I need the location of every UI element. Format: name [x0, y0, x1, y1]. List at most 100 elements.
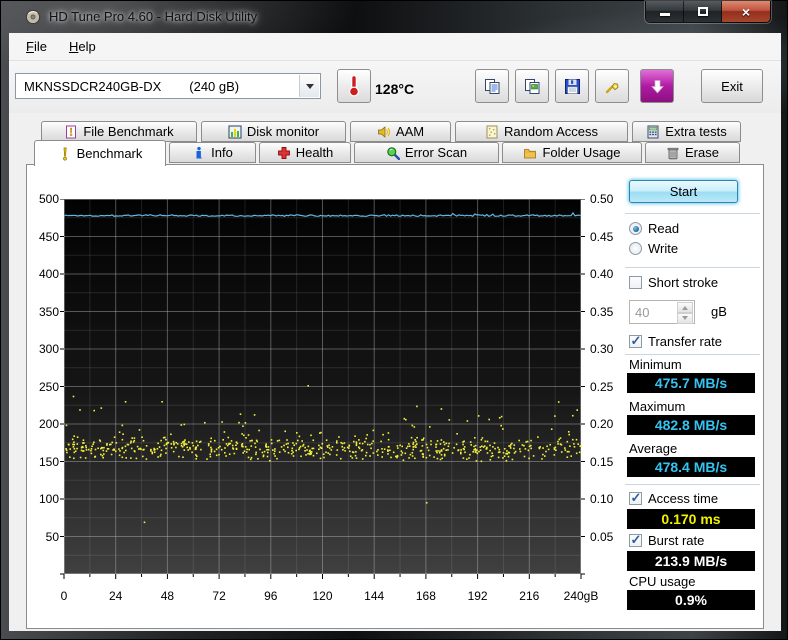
maximize-icon [697, 7, 708, 16]
burst-rate-row[interactable]: Burst rate [629, 532, 705, 548]
short-stroke-label: Short stroke [648, 275, 719, 290]
download-arrow-icon [650, 79, 664, 94]
tab-label: Random Access [504, 124, 598, 139]
write-radio[interactable] [629, 242, 642, 255]
access-time-value-box: 0.170 ms [627, 509, 755, 529]
copy-image-button[interactable] [515, 69, 549, 103]
title-bar[interactable]: HD Tune Pro 4.60 - Hard Disk Utility × [1, 1, 787, 33]
copy-image-icon [524, 78, 539, 94]
access-time-row[interactable]: Access time [629, 490, 719, 506]
tab-label: AAM [395, 124, 425, 139]
tab-info[interactable]: Info [169, 142, 256, 163]
short-stroke-unit: gB [711, 304, 727, 319]
tab-label: Health [295, 145, 334, 160]
read-radio[interactable] [629, 222, 642, 235]
error-scan-icon [387, 146, 400, 160]
folder-usage-icon [524, 148, 537, 158]
burst-rate-value: 213.9 MB/s [654, 553, 728, 569]
options-button[interactable] [595, 69, 629, 103]
transfer-rate-row[interactable]: Transfer rate [629, 333, 722, 349]
start-label: Start [669, 184, 698, 199]
short-stroke-row[interactable]: Short stroke [629, 275, 718, 290]
minimize-icon [659, 13, 670, 16]
tab-label: Benchmark [76, 146, 143, 161]
burst-rate-label: Burst rate [648, 533, 705, 548]
minimize-button[interactable] [646, 1, 684, 22]
burst-rate-checkbox[interactable] [629, 532, 642, 548]
transfer-rate-checkbox[interactable] [629, 333, 642, 349]
close-button[interactable]: × [722, 1, 770, 22]
tab-label: Info [211, 145, 233, 160]
spin-down-button[interactable] [677, 313, 693, 324]
hard-disk-icon [25, 9, 41, 25]
start-button[interactable]: Start [629, 180, 738, 203]
write-label: Write [648, 241, 679, 256]
minimum-value-box: 475.7 MB/s [627, 373, 755, 393]
average-value: 478.4 MB/s [654, 459, 728, 475]
tab-error-scan[interactable]: Error Scan [354, 142, 499, 163]
average-label: Average [629, 441, 678, 456]
tab-label: File Benchmark [83, 124, 174, 139]
extra-tests-icon [647, 125, 659, 138]
access-time-label: Access time [648, 491, 719, 506]
menu-file[interactable]: File [15, 33, 58, 60]
minimum-label: Minimum [629, 357, 682, 372]
read-radio-row[interactable]: Read [629, 221, 679, 236]
maximum-value: 482.8 MB/s [654, 417, 728, 433]
app-window: HD Tune Pro 4.60 - Hard Disk Utility × F… [0, 0, 788, 640]
thermometer-icon [348, 75, 360, 97]
short-stroke-checkbox[interactable] [629, 276, 642, 289]
burst-rate-value-box: 213.9 MB/s [627, 551, 755, 571]
update-button[interactable] [640, 69, 674, 103]
maximum-label: Maximum [629, 399, 686, 414]
tab-folder-usage[interactable]: Folder Usage [502, 142, 642, 163]
maximize-button[interactable] [684, 1, 722, 22]
drive-name: MKNSSDCR240GB-DX [24, 78, 162, 94]
save-button[interactable] [555, 69, 589, 103]
tab-extra-tests[interactable]: Extra tests [632, 121, 741, 142]
cpu-usage-value-box: 0.9% [627, 590, 755, 610]
spin-up-button[interactable] [677, 302, 693, 313]
info-icon [196, 146, 202, 158]
tab-file-benchmark[interactable]: File Benchmark [41, 121, 197, 142]
tab-label: Disk monitor [246, 124, 320, 139]
separator [625, 354, 760, 355]
cpu-usage-label: CPU usage [629, 574, 696, 589]
short-stroke-size-field[interactable]: 40 [629, 300, 695, 324]
exit-label: Exit [721, 78, 743, 94]
access-time-checkbox[interactable] [629, 490, 642, 506]
drive-capacity: (240 gB) [189, 78, 240, 94]
options-icon [605, 82, 618, 93]
random-access-icon [486, 125, 498, 138]
tab-disk-monitor[interactable]: Disk monitor [201, 121, 346, 142]
tab-label: Extra tests [665, 124, 727, 139]
transfer-rate-label: Transfer rate [648, 334, 722, 349]
health-icon [277, 146, 290, 159]
tab-aam[interactable]: AAM [350, 121, 451, 142]
tab-erase[interactable]: Erase [645, 142, 740, 163]
write-radio-row[interactable]: Write [629, 241, 678, 256]
drive-selector[interactable]: MKNSSDCR240GB-DX (240 gB) [15, 73, 321, 99]
window-title: HD Tune Pro 4.60 - Hard Disk Utility [49, 9, 258, 24]
tab-label: Erase [685, 145, 719, 160]
disk-monitor-icon [228, 125, 242, 138]
tab-random-access[interactable]: Random Access [455, 121, 628, 142]
temperature-value: 128°C [375, 81, 415, 97]
cpu-usage-value: 0.9% [675, 592, 707, 608]
menu-help[interactable]: Help [58, 33, 107, 60]
temperature-button[interactable] [337, 69, 371, 103]
short-stroke-value: 40 [635, 305, 650, 320]
separator [625, 484, 760, 485]
tab-benchmark[interactable]: Benchmark [34, 140, 166, 166]
average-value-box: 478.4 MB/s [627, 457, 755, 477]
benchmark-plot [60, 199, 585, 579]
read-label: Read [648, 221, 680, 236]
aam-icon [378, 125, 390, 138]
client-area: File Help MKNSSDCR240GB-DX (240 gB) 128°… [9, 33, 781, 631]
tab-health[interactable]: Health [259, 142, 351, 163]
exit-button[interactable]: Exit [701, 69, 763, 103]
window-controls: × [645, 1, 771, 23]
chevron-down-icon [299, 75, 319, 97]
separator [625, 267, 760, 268]
copy-text-button[interactable] [475, 69, 509, 103]
